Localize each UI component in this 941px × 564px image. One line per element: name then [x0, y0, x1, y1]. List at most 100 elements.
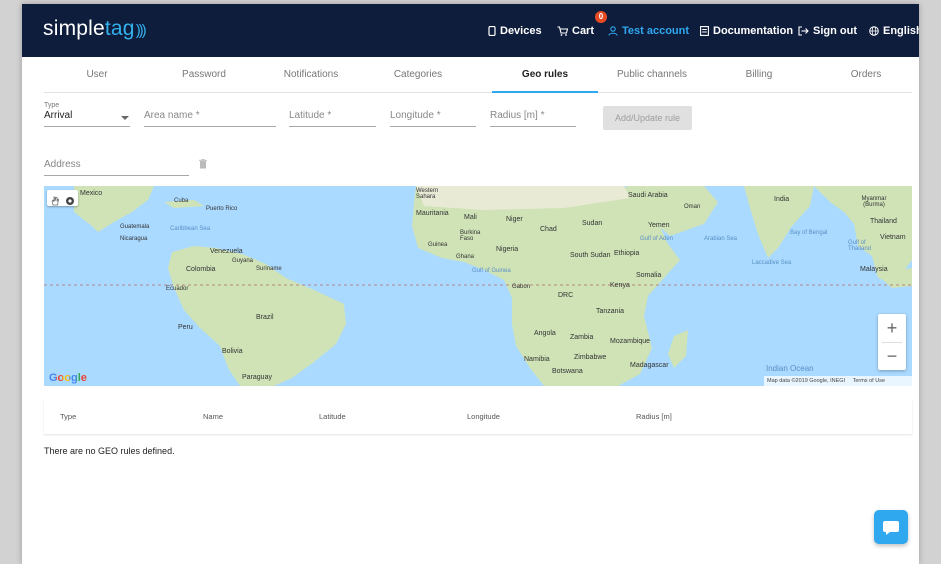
map-label-myanmar: Myanmar (Burma)	[861, 196, 887, 208]
map-label-thailand: Thailand	[870, 218, 897, 225]
column-longitude: Longitude	[467, 412, 500, 421]
map-label-ethiopia: Ethiopia	[614, 250, 640, 257]
tab-geo-rules[interactable]: Geo rules	[492, 60, 598, 93]
map-label-angola: Angola	[534, 330, 556, 337]
nav-test-account[interactable]: Test account	[608, 25, 689, 37]
column-radius: Radius [m]	[636, 412, 672, 421]
map-label-brazil: Brazil	[256, 314, 274, 321]
device-icon	[488, 26, 496, 36]
map-label-gulf-of-aden: Gulf of Aden	[640, 236, 674, 242]
empty-state-message: There are no GEO rules defined.	[44, 446, 175, 456]
nav-cart[interactable]: Cart	[557, 25, 594, 37]
map-label-western-sahara: Western Sahara	[416, 188, 439, 200]
type-select-value: Arrival	[44, 110, 73, 121]
map-label-arabian-sea: Arabian Sea	[704, 236, 738, 242]
globe-icon	[869, 26, 879, 36]
map-label-tanzania: Tanzania	[596, 308, 625, 315]
tab-public-channels[interactable]: Public channels	[599, 60, 705, 92]
google-logo: Google	[49, 372, 87, 384]
settings-tabs: User Password Notifications Categories G…	[44, 60, 912, 93]
map-label-ghana: Ghana	[456, 254, 475, 260]
chat-bubble-icon	[883, 521, 899, 535]
map-label-yemen: Yemen	[648, 222, 670, 229]
dropdown-caret-icon	[121, 116, 129, 120]
user-icon	[608, 26, 618, 36]
top-navbar: simpletag))) Devices Cart 0 Test account	[22, 4, 919, 57]
map-draw-controls	[47, 190, 78, 206]
nav-language[interactable]: English	[869, 25, 919, 37]
cart-count-badge: 0	[595, 11, 607, 23]
map-label-colombia: Colombia	[186, 266, 216, 273]
map-label-kenya: Kenya	[610, 282, 630, 289]
add-update-rule-button[interactable]: Add/Update rule	[603, 106, 692, 130]
tab-user[interactable]: User	[44, 60, 150, 92]
radius-input[interactable]: Radius [m] *	[490, 110, 576, 127]
map-label-mexico: Mexico	[80, 190, 103, 197]
map-label-venezuela: Venezuela	[210, 248, 243, 255]
terms-of-use-link[interactable]: Terms of Use	[853, 378, 885, 384]
map-label-sudan: Sudan	[582, 220, 603, 227]
column-latitude: Latitude	[319, 412, 346, 421]
map-label-gulf-of-guinea: Gulf of Guinea	[472, 268, 511, 274]
tab-password[interactable]: Password	[151, 60, 257, 92]
document-icon	[700, 26, 709, 36]
sign-out-icon	[798, 26, 809, 36]
tab-categories[interactable]: Categories	[365, 60, 471, 92]
map-label-vietnam: Vietnam	[880, 234, 906, 241]
map-label-puerto-rico: Puerto Rico	[206, 206, 238, 212]
map-label-caribbean-sea: Caribbean Sea	[170, 226, 211, 232]
cart-icon	[557, 26, 568, 36]
longitude-input[interactable]: Longitude *	[390, 110, 476, 127]
map-label-nicaragua: Nicaragua	[120, 236, 148, 242]
area-name-input[interactable]: Area name *	[144, 110, 276, 127]
map-attribution: Map data ©2019 Google, INEGI Terms of Us…	[764, 376, 912, 386]
trash-icon[interactable]	[199, 156, 207, 174]
map-label-mali: Mali	[464, 214, 477, 221]
map-label-ecuador: Ecuador	[166, 286, 189, 292]
nav-devices[interactable]: Devices	[488, 25, 542, 37]
map-label-namibia: Namibia	[524, 356, 550, 363]
latitude-input[interactable]: Latitude *	[289, 110, 376, 127]
column-name: Name	[203, 412, 224, 421]
column-type: Type	[60, 412, 77, 421]
geo-rules-table-header: Type Name Latitude Longitude Radius [m]	[44, 399, 912, 434]
map-label-suriname: Suriname	[256, 266, 282, 272]
circle-draw-icon[interactable]	[65, 193, 75, 211]
map-label-botswana: Botswana	[552, 368, 583, 375]
map-label-niger: Niger	[506, 216, 523, 223]
map-label-somalia: Somalia	[636, 272, 662, 279]
map-label-indian-ocean: Indian Ocean	[766, 364, 814, 373]
map-label-cuba: Cuba	[174, 198, 189, 204]
nav-sign-out[interactable]: Sign out	[798, 25, 857, 37]
map-label-south-sudan: South Sudan	[570, 252, 611, 259]
map-label-guyana: Guyana	[232, 258, 254, 264]
type-select[interactable]: Arrival	[44, 110, 130, 127]
map-label-zambia: Zambia	[570, 334, 594, 341]
map-label-peru: Peru	[178, 324, 193, 331]
map-label-chad: Chad	[540, 226, 557, 233]
map-label-india: India	[774, 196, 790, 203]
tab-billing[interactable]: Billing	[706, 60, 812, 92]
map-label-drc: DRC	[558, 292, 574, 299]
map-label-gulf-of-thailand: Gulf of Thailand	[848, 240, 872, 252]
map-label-bay-of-bengal: Bay of Bengal	[790, 230, 828, 236]
map-label-oman: Oman	[684, 204, 701, 210]
simpletag-logo[interactable]: simpletag)))	[43, 17, 147, 41]
map-label-zimbabwe: Zimbabwe	[574, 354, 607, 361]
geo-map[interactable]: Mexico Cuba Puerto Rico Guatemala Caribb…	[44, 186, 912, 386]
zoom-in-button[interactable]: +	[878, 314, 906, 342]
address-input[interactable]: Address	[44, 159, 189, 176]
zoom-out-button[interactable]: −	[878, 342, 906, 370]
map-label-guinea: Guinea	[428, 242, 448, 248]
tab-orders[interactable]: Orders	[813, 60, 919, 92]
map-label-nigeria: Nigeria	[496, 246, 519, 253]
map-label-guatemala: Guatemala	[120, 224, 150, 230]
tab-notifications[interactable]: Notifications	[258, 60, 364, 92]
map-label-mauritania: Mauritania	[416, 210, 449, 217]
app-window: simpletag))) Devices Cart 0 Test account	[22, 4, 919, 564]
hand-icon[interactable]	[51, 193, 59, 211]
map-label-bolivia: Bolivia	[222, 348, 243, 355]
nav-documentation[interactable]: Documentation	[700, 25, 793, 37]
chat-button[interactable]	[874, 510, 908, 544]
map-zoom-controls: + −	[878, 314, 906, 370]
